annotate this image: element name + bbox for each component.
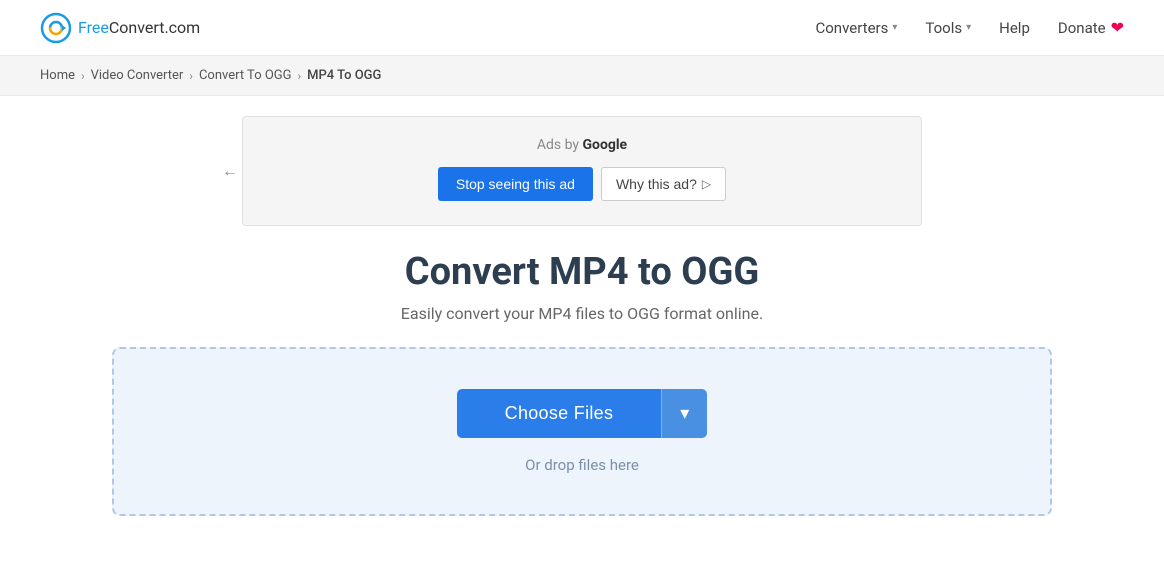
page-title: Convert MP4 to OGG [112, 250, 1052, 294]
breadcrumb-video-converter[interactable]: Video Converter [91, 68, 184, 83]
breadcrumb-convert-to-ogg[interactable]: Convert To OGG [199, 68, 292, 83]
ad-box: Ads by Google Stop seeing this ad Why th… [242, 116, 922, 226]
nav-tools[interactable]: Tools ▾ [925, 19, 971, 37]
breadcrumb-sep-2: › [189, 69, 193, 83]
breadcrumb-current: MP4 To OGG [307, 68, 381, 83]
chevron-down-icon: ▾ [680, 403, 689, 424]
why-ad-icon: ▷ [702, 177, 711, 191]
ad-container: ← Ads by Google Stop seeing this ad Why … [242, 116, 922, 226]
drop-files-label: Or drop files here [525, 456, 639, 474]
logo-text: FreeConvert.com [78, 18, 200, 37]
tools-chevron-icon: ▾ [966, 22, 971, 33]
ads-by-google-label: Ads by Google [537, 137, 627, 153]
converters-chevron-icon: ▾ [892, 22, 897, 33]
ad-buttons: Stop seeing this ad Why this ad? ▷ [438, 167, 726, 201]
breadcrumb-sep-1: › [81, 69, 85, 83]
stop-seeing-ad-button[interactable]: Stop seeing this ad [438, 167, 593, 201]
title-section: Convert MP4 to OGG Easily convert your M… [112, 250, 1052, 323]
breadcrumb-bar: Home › Video Converter › Convert To OGG … [0, 56, 1164, 96]
why-this-ad-button[interactable]: Why this ad? ▷ [601, 167, 726, 201]
choose-files-button[interactable]: Choose Files [457, 389, 662, 438]
heart-icon: ❤ [1111, 18, 1124, 37]
nav-help[interactable]: Help [999, 19, 1030, 37]
choose-files-row: Choose Files ▾ [457, 389, 708, 438]
logo-icon [40, 12, 72, 44]
breadcrumb-home[interactable]: Home [40, 68, 75, 83]
choose-files-dropdown-button[interactable]: ▾ [661, 389, 707, 438]
breadcrumb-sep-3: › [297, 69, 301, 83]
site-header: FreeConvert.com Converters ▾ Tools ▾ Hel… [0, 0, 1164, 56]
page-subtitle: Easily convert your MP4 files to OGG for… [112, 304, 1052, 323]
main-nav: Converters ▾ Tools ▾ Help Donate ❤ [815, 18, 1124, 37]
breadcrumb: Home › Video Converter › Convert To OGG … [40, 68, 1124, 83]
nav-converters[interactable]: Converters ▾ [815, 19, 897, 37]
nav-donate[interactable]: Donate ❤ [1058, 18, 1124, 37]
logo[interactable]: FreeConvert.com [40, 12, 200, 44]
ad-back-arrow-icon[interactable]: ← [222, 161, 238, 181]
upload-area[interactable]: Choose Files ▾ Or drop files here [112, 347, 1052, 516]
main-content: ← Ads by Google Stop seeing this ad Why … [92, 96, 1072, 556]
